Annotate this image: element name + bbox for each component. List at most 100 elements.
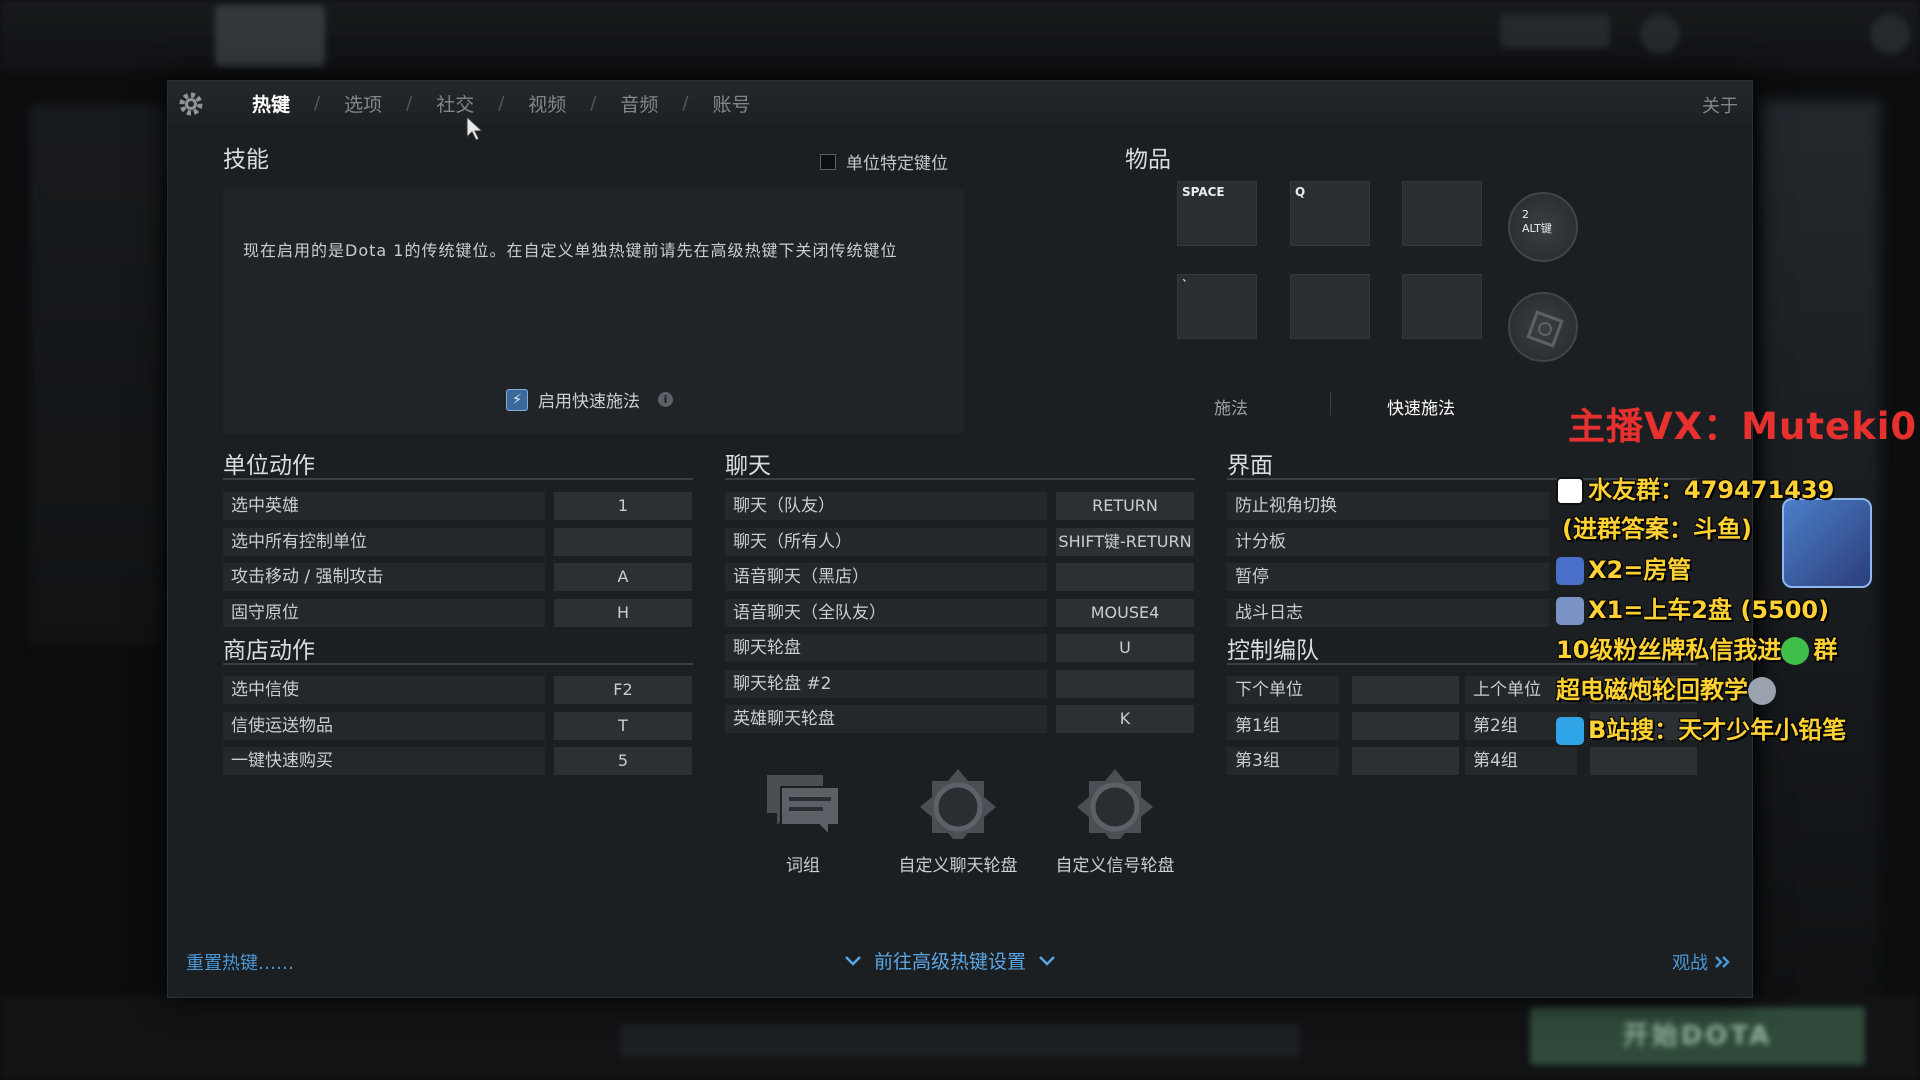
item-slot-2[interactable]: Q xyxy=(1290,181,1370,246)
overlay-line: 10级粉丝牌私信我进群 xyxy=(1556,636,1838,665)
spectate-label: 观战 xyxy=(1672,953,1708,974)
hotkey-key-button[interactable] xyxy=(1056,669,1194,698)
custom-signal-wheel-button[interactable]: 自定义信号轮盘 xyxy=(1030,769,1200,876)
overlay-avatar xyxy=(1782,498,1872,588)
overlay-line: X1=上车2盘 (5500) xyxy=(1556,590,1829,625)
bilibili-icon xyxy=(1556,717,1584,745)
quickcast-label: 启用快速施法 xyxy=(538,392,640,412)
hotkey-action-label: 防止视角切换 xyxy=(1227,492,1549,520)
signal-wheel-icon xyxy=(1077,769,1153,839)
control-group-label: 第4组 xyxy=(1465,747,1577,775)
hotkey-key-button[interactable] xyxy=(1352,676,1459,704)
item-slot-6[interactable] xyxy=(1402,274,1482,339)
hotkey-action-label: 信使运送物品 xyxy=(223,711,545,740)
tab-cast[interactable]: 施法 xyxy=(1214,394,1248,419)
hotkey-key-button[interactable]: SHIFT键-RETURN xyxy=(1056,527,1194,556)
info-icon[interactable]: i xyxy=(658,392,673,407)
tab-quick-cast[interactable]: 快速施法 xyxy=(1387,394,1455,419)
overlay-streamer-contact: 主播VX：Muteki01 xyxy=(1568,405,1920,448)
item-slot-4[interactable]: ` xyxy=(1177,274,1257,339)
tab-hotkeys[interactable]: 热键 xyxy=(240,90,302,117)
advanced-hotkeys-link[interactable]: 前往高级热键设置 xyxy=(844,947,1056,974)
control-group-label: 第3组 xyxy=(1227,747,1339,775)
hotkey-key-button[interactable]: 5 xyxy=(554,747,692,775)
hotkey-action-label: 语音聊天（全队友） xyxy=(725,598,1047,627)
tp-scroll-slot[interactable] xyxy=(1508,292,1578,362)
background-chat-bar xyxy=(620,1025,1300,1057)
rocket-icon xyxy=(1556,557,1584,585)
hotkey-key-button[interactable]: F2 xyxy=(554,676,692,704)
tab-separator: / xyxy=(498,93,505,114)
double-chevron-right-icon xyxy=(1715,956,1730,968)
background-top-bar xyxy=(0,0,1920,72)
hotkey-key-button[interactable] xyxy=(1056,563,1194,591)
item-slot-1[interactable]: SPACE xyxy=(1177,181,1257,246)
hotkey-action-label: 选中信使 xyxy=(223,676,545,704)
tab-audio[interactable]: 音频 xyxy=(608,90,670,117)
tab-video[interactable]: 视频 xyxy=(516,90,578,117)
tab-separator: / xyxy=(682,93,689,114)
hotkey-key-button[interactable]: K xyxy=(1056,705,1194,733)
divider xyxy=(725,478,1195,480)
items-title: 物品 xyxy=(1125,147,1171,173)
unit-actions-title: 单位动作 xyxy=(223,453,315,479)
hotkey-key-button[interactable]: A xyxy=(554,563,692,591)
hotkey-key-button[interactable] xyxy=(1590,747,1697,775)
spectate-link[interactable]: 观战 xyxy=(1672,949,1730,975)
chevron-down-icon xyxy=(1039,955,1055,966)
custom-chat-wheel-button[interactable]: 自定义聊天轮盘 xyxy=(873,769,1043,876)
divider xyxy=(223,663,693,665)
item-slot-3[interactable] xyxy=(1402,181,1482,246)
tab-separator: / xyxy=(314,93,321,114)
chevron-down-icon xyxy=(845,955,861,966)
neutral-item-slot[interactable]: 2 ALT键 xyxy=(1508,192,1578,262)
hotkey-key-button[interactable] xyxy=(554,527,692,556)
speech-bubble-icon xyxy=(767,775,840,838)
tab-separator: / xyxy=(590,93,597,114)
item-slot-5[interactable] xyxy=(1290,274,1370,339)
hotkey-action-label: 语音聊天（黑店） xyxy=(725,563,1047,591)
hotkey-action-label: 一键快速购买 xyxy=(223,747,545,775)
hotkey-key-button[interactable]: 1 xyxy=(554,492,692,520)
mouse-cursor-icon xyxy=(466,115,484,141)
control-groups-title: 控制编队 xyxy=(1227,638,1319,664)
unit-specific-checkbox[interactable] xyxy=(820,153,836,170)
hotkey-key-button[interactable] xyxy=(1352,747,1459,775)
chat-wheel-icon xyxy=(920,769,996,839)
hotkey-action-label: 聊天（队友） xyxy=(725,492,1047,520)
hotkey-action-label: 计分板 xyxy=(1227,527,1549,556)
tab-account[interactable]: 账号 xyxy=(700,90,762,117)
overlay-line: 水友群：479471439 xyxy=(1556,470,1834,505)
neutral-item-key: 2 ALT键 xyxy=(1522,208,1552,235)
settings-window: 热键 / 选项 / 社交 / 视频 / 音频 / 账号 关于 技能 单位特定键位… xyxy=(167,80,1753,998)
hotkey-action-label: 选中所有控制单位 xyxy=(223,527,545,556)
skills-panel: 现在启用的是Dota 1的传统键位。在自定义单独热键前请先在高级热键下关闭传统键… xyxy=(223,189,963,434)
reset-hotkeys-link[interactable]: 重置热键…… xyxy=(186,949,294,975)
plane-icon xyxy=(1556,597,1584,625)
play-dota-button[interactable]: 开始DOTA xyxy=(1530,1007,1865,1065)
hotkey-key-button[interactable]: MOUSE4 xyxy=(1056,598,1194,627)
hotkey-action-label: 选中英雄 xyxy=(223,492,545,520)
hotkey-key-button[interactable]: U xyxy=(1056,634,1194,662)
phrases-button[interactable]: 词组 xyxy=(718,769,888,876)
cast-tab-divider xyxy=(1330,391,1331,415)
unit-specific-toggle[interactable]: 单位特定键位 xyxy=(820,149,948,174)
qq-penguin-icon xyxy=(1556,477,1584,505)
hotkey-key-button[interactable]: H xyxy=(554,598,692,627)
quickcast-icon[interactable]: ⚡ xyxy=(506,388,528,411)
tab-options[interactable]: 选项 xyxy=(332,90,394,117)
gear-icon[interactable] xyxy=(176,89,206,119)
about-link[interactable]: 关于 xyxy=(1702,92,1738,118)
tab-social[interactable]: 社交 xyxy=(424,90,486,117)
hotkey-action-label: 聊天轮盘 xyxy=(725,634,1047,662)
background-left-panel xyxy=(30,105,165,645)
hotkey-action-label: 聊天轮盘 #2 xyxy=(725,669,1047,698)
interface-title: 界面 xyxy=(1227,453,1273,479)
quickcast-toggle[interactable]: ⚡ 启用快速施法 i xyxy=(506,387,673,412)
settings-tab-bar: 热键 / 选项 / 社交 / 视频 / 音频 / 账号 关于 xyxy=(168,81,1752,126)
hotkey-key-button[interactable] xyxy=(1352,711,1459,740)
hotkey-action-label: 固守原位 xyxy=(223,598,545,627)
hotkey-key-button[interactable]: T xyxy=(554,711,692,740)
overlay-line: 超电磁炮轮回教学 xyxy=(1556,670,1780,705)
hotkey-key-button[interactable]: RETURN xyxy=(1056,492,1194,520)
